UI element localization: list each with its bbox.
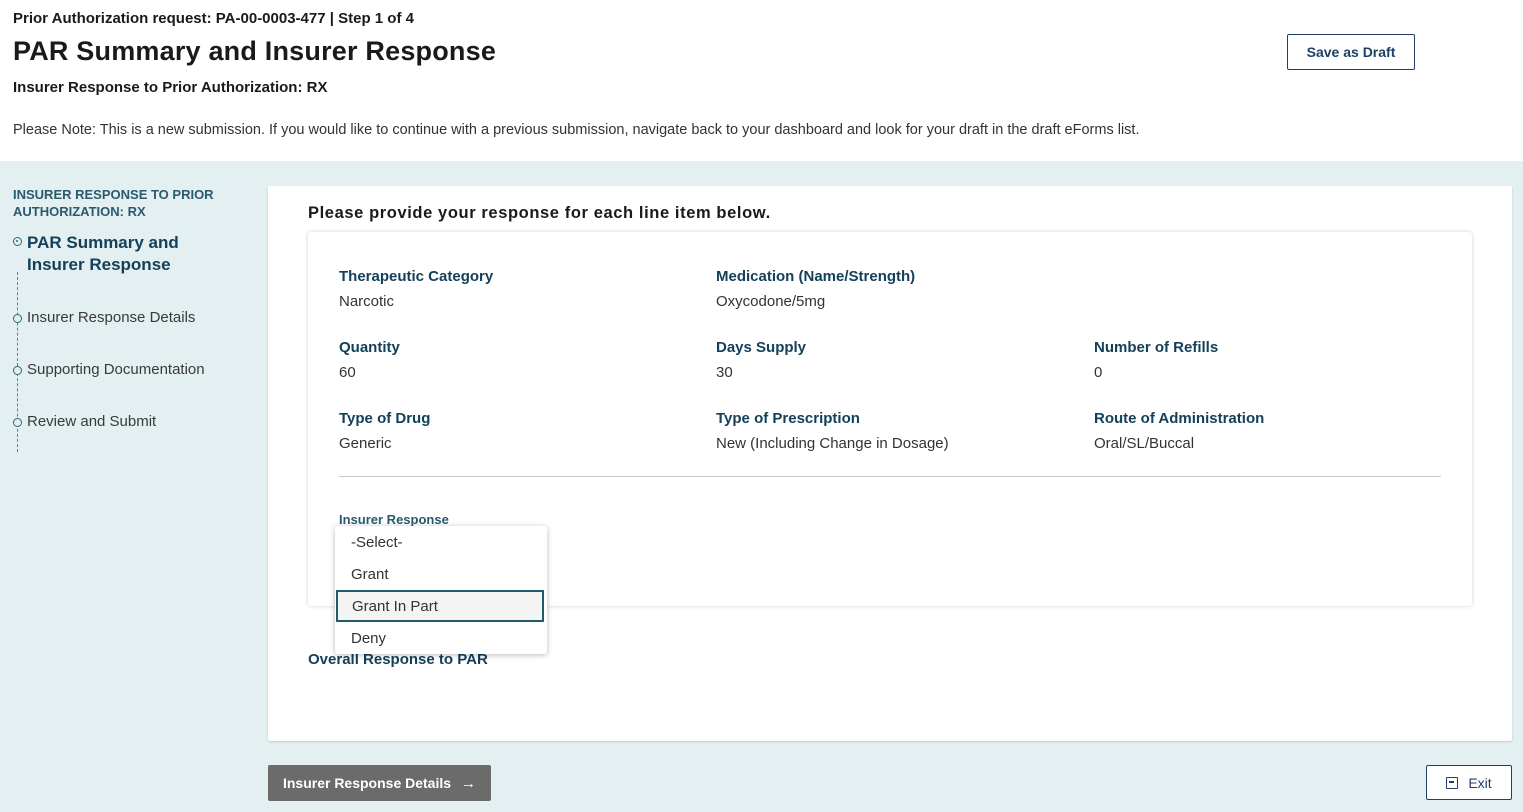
type-of-prescription-field: Type of Prescription New (Including Chan… xyxy=(716,410,949,452)
number-of-refills-field: Number of Refills 0 xyxy=(1094,339,1218,381)
field-value: 0 xyxy=(1094,364,1103,381)
step-label: Supporting Documentation xyxy=(27,361,205,378)
field-label: Type of Prescription xyxy=(716,410,860,427)
days-supply-field: Days Supply 30 xyxy=(716,339,806,381)
section-divider xyxy=(339,476,1441,477)
route-of-administration-field: Route of Administration Oral/SL/Buccal xyxy=(1094,410,1264,452)
field-label: Days Supply xyxy=(716,339,807,356)
save-as-draft-button[interactable]: Save as Draft xyxy=(1287,34,1415,70)
option-select[interactable]: -Select- xyxy=(335,526,547,558)
page-title: PAR Summary and Insurer Response xyxy=(13,36,497,66)
page-header: Prior Authorization request: PA-00-0003-… xyxy=(0,0,1523,161)
field-value: 30 xyxy=(716,364,733,381)
step-sidebar: INSURER RESPONSE TO PRIOR AUTHORIZATION:… xyxy=(13,186,243,452)
insurer-response-dropdown[interactable]: -Select- Grant Grant In Part Deny xyxy=(335,526,547,654)
field-label: Route of Administration xyxy=(1094,410,1265,427)
arrow-right-icon: → xyxy=(461,774,477,792)
instruction-heading: Please provide your response for each li… xyxy=(308,204,771,222)
quantity-field: Quantity 60 xyxy=(339,339,400,381)
sidebar-step-review-and-submit[interactable]: Review and Submit xyxy=(13,413,156,430)
step-circle-icon xyxy=(13,366,22,375)
field-label: Quantity xyxy=(339,339,400,356)
request-step-indicator: Prior Authorization request: PA-00-0003-… xyxy=(13,10,414,27)
submission-note: Please Note: This is a new submission. I… xyxy=(13,122,1140,138)
insurer-response-label: Insurer Response xyxy=(339,512,449,527)
type-of-drug-field: Type of Drug Generic xyxy=(339,410,430,452)
option-grant-in-part[interactable]: Grant In Part xyxy=(336,590,544,622)
exit-button[interactable]: Exit xyxy=(1426,765,1512,800)
field-value: Narcotic xyxy=(339,293,395,310)
medication-field: Medication (Name/Strength) Oxycodone/5mg xyxy=(716,268,915,310)
therapeutic-category-field: Therapeutic Category Narcotic xyxy=(339,268,493,310)
exit-icon xyxy=(1446,776,1459,789)
next-step-label: Insurer Response Details xyxy=(282,775,452,791)
field-value: Oral/SL/Buccal xyxy=(1094,435,1195,452)
step-active-icon xyxy=(13,237,22,246)
step-label: PAR Summary and Insurer Response xyxy=(27,233,179,274)
field-value: New (Including Change in Dosage) xyxy=(716,435,949,452)
sidebar-heading: INSURER RESPONSE TO PRIOR AUTHORIZATION:… xyxy=(13,187,214,219)
next-step-button[interactable]: Insurer Response Details → xyxy=(268,765,491,801)
field-value: Generic xyxy=(339,435,392,452)
option-grant[interactable]: Grant xyxy=(335,558,547,590)
step-circle-icon xyxy=(13,314,22,323)
sidebar-step-par-summary[interactable]: PAR Summary and Insurer Response xyxy=(13,232,208,276)
option-deny[interactable]: Deny xyxy=(335,622,547,654)
field-label: Medication (Name/Strength) xyxy=(716,268,916,285)
field-value: 60 xyxy=(339,364,356,381)
sidebar-step-insurer-response-details[interactable]: Insurer Response Details xyxy=(13,309,195,326)
page-subtitle: Insurer Response to Prior Authorization:… xyxy=(13,79,328,96)
exit-label: Exit xyxy=(1468,774,1492,791)
step-label: Insurer Response Details xyxy=(27,309,196,326)
field-label: Number of Refills xyxy=(1094,339,1219,356)
step-circle-icon xyxy=(13,418,22,427)
field-label: Therapeutic Category xyxy=(339,268,494,285)
step-label: Review and Submit xyxy=(27,413,157,430)
field-label: Type of Drug xyxy=(339,410,431,427)
content-card: Please provide your response for each li… xyxy=(268,186,1512,741)
field-value: Oxycodone/5mg xyxy=(716,293,826,310)
sidebar-step-supporting-documentation[interactable]: Supporting Documentation xyxy=(13,361,205,378)
